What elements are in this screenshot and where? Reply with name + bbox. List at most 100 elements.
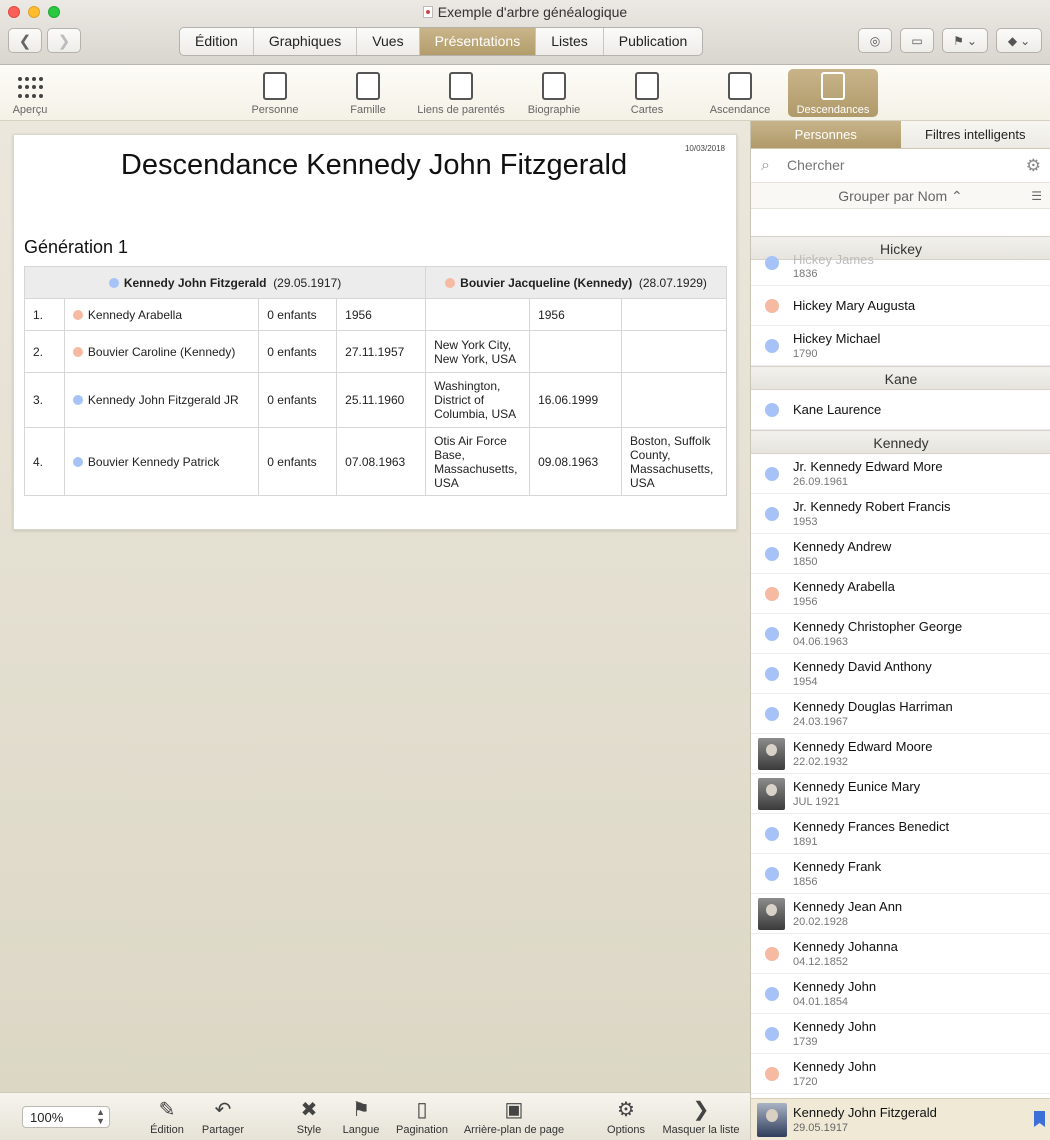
person-name: Hickey Mary Augusta <box>793 298 916 313</box>
avatar <box>758 738 785 770</box>
report-page: 10/03/2018 Descendance Kennedy John Fitz… <box>13 134 737 530</box>
mother-cell[interactable]: Bouvier Jacqueline (Kennedy) (28.07.1929… <box>425 266 727 299</box>
person-name: Kennedy Christopher George <box>793 619 963 634</box>
father-cell[interactable]: Kennedy John Fitzgerald (29.05.1917) <box>23 266 427 299</box>
child-name-cell[interactable]: Kennedy Arabella <box>63 298 260 331</box>
child-name-cell[interactable]: Kennedy John Fitzgerald JR <box>63 372 260 428</box>
list-item[interactable]: Kennedy Eunice Mary JUL 1921 <box>751 774 1050 814</box>
list-item[interactable]: Kennedy Frank 1856 <box>751 854 1050 894</box>
tab-graphiques[interactable]: Graphiques <box>254 28 358 55</box>
sort-order-icon[interactable]: ☰ <box>1031 183 1042 209</box>
male-dot <box>108 277 119 288</box>
hide-list-button[interactable]: ❯ Masquer la liste <box>660 1098 742 1136</box>
list-item[interactable]: Kennedy John 04.01.1854 <box>751 974 1050 1014</box>
pagination-button[interactable]: ▯ Pagination <box>394 1098 450 1136</box>
person-date: 24.03.1967 <box>793 716 849 728</box>
person-name: Jr. Kennedy Robert Francis <box>793 499 951 514</box>
window-layout-button[interactable]: ▭ <box>900 28 934 53</box>
person-date: 26.09.1961 <box>793 476 849 488</box>
person-date: 20.02.1928 <box>793 916 849 928</box>
page-background-button[interactable]: ▣ Arrière-plan de page <box>462 1098 566 1136</box>
edition-button[interactable]: ✎ Édition <box>148 1098 186 1136</box>
list-item[interactable]: Kennedy John 1720 <box>751 1054 1050 1094</box>
selected-person[interactable]: Kennedy John Fitzgerald 29.05.1917 <box>751 1098 1050 1140</box>
group-by-select[interactable]: Grouper par Nom ⌃ ☰ <box>751 183 1050 209</box>
tab-persons[interactable]: Personnes <box>751 121 901 148</box>
tab-smart-filters[interactable]: Filtres intelligents <box>900 121 1050 148</box>
list-item[interactable]: Kennedy Johanna 04.12.1852 <box>751 934 1050 974</box>
biographie-report-button[interactable]: Biographie <box>509 69 599 117</box>
bookmark-icon[interactable] <box>1034 1111 1045 1127</box>
list-item[interactable]: Kennedy Edward Moore 22.02.1932 <box>751 734 1050 774</box>
list-item[interactable]: Kennedy Douglas Harriman 24.03.1967 <box>751 694 1050 734</box>
list-item[interactable]: Hickey Michael 1790 <box>751 326 1050 366</box>
male-dot <box>765 867 779 881</box>
child-name-cell[interactable]: Bouvier Kennedy Patrick <box>63 427 260 496</box>
list-item[interactable]: Kennedy Christopher George 04.06.1963 <box>751 614 1050 654</box>
person-name: Kennedy Edward Moore <box>793 739 933 754</box>
child-name-cell[interactable]: Bouvier Caroline (Kennedy) <box>63 330 260 373</box>
descendants-table: Kennedy John Fitzgerald (29.05.1917) Bou… <box>23 266 728 496</box>
person-date: 04.01.1854 <box>793 996 849 1008</box>
gear-icon[interactable]: ⚙ <box>1026 156 1041 176</box>
tab-vues[interactable]: Vues <box>357 28 420 55</box>
list-item[interactable]: Kennedy Andrew 1850 <box>751 534 1050 574</box>
apercu-button[interactable]: Aperçu <box>0 69 75 117</box>
options-button[interactable]: ⚙ Options <box>603 1098 649 1136</box>
back-button[interactable]: ❮ <box>8 28 42 53</box>
tab-publication[interactable]: Publication <box>604 28 702 55</box>
list-item[interactable]: Hickey James 1836 <box>751 252 1050 286</box>
list-item[interactable]: Kennedy Frances Benedict 1891 <box>751 814 1050 854</box>
person-date: 22.02.1932 <box>793 756 849 768</box>
search-input[interactable] <box>787 157 1007 173</box>
list-item[interactable]: Kennedy Arabella 1956 <box>751 574 1050 614</box>
table-row: 4. Bouvier Kennedy Patrick 0 enfants 07.… <box>24 427 728 496</box>
female-dot <box>445 277 456 288</box>
person-date: 1954 <box>793 676 818 688</box>
forward-button[interactable]: ❯ <box>47 28 81 53</box>
descendances-report-button[interactable]: Descendances <box>788 69 878 117</box>
chevron-left-icon: ❮ <box>18 32 32 50</box>
male-dot <box>765 547 779 561</box>
style-button[interactable]: ✖ Style <box>292 1098 326 1136</box>
relationship-tree-icon <box>449 72 473 100</box>
tab-edition[interactable]: Édition <box>180 28 254 55</box>
list-item[interactable]: Kennedy Jean Ann 20.02.1928 <box>751 894 1050 934</box>
gear-icon: ⚙ <box>617 1099 635 1121</box>
tab-listes[interactable]: Listes <box>536 28 604 55</box>
person-date: 1790 <box>793 348 818 360</box>
list-document-icon <box>821 72 845 100</box>
share-button[interactable]: ↶ Partager <box>198 1098 248 1136</box>
page-icon: ▯ <box>416 1099 428 1121</box>
list-item[interactable]: Jr. Kennedy Robert Francis 1953 <box>751 494 1050 534</box>
labels-button[interactable]: ◆ ⌄ <box>996 28 1042 53</box>
table-row: 2. Bouvier Caroline (Kennedy) 0 enfants … <box>24 330 728 373</box>
male-dot <box>765 1027 779 1041</box>
tab-presentations[interactable]: Présentations <box>419 28 537 55</box>
famille-report-button[interactable]: Famille <box>323 69 413 117</box>
sync-button[interactable]: ◎ <box>858 28 892 53</box>
list-item[interactable]: Jr. Kennedy Edward More 26.09.1961 <box>751 454 1050 494</box>
list-item[interactable]: Kennedy John 1739 <box>751 1014 1050 1054</box>
liens-report-button[interactable]: Liens de parentés <box>410 69 512 117</box>
grid-icon <box>17 77 43 99</box>
cartes-report-button[interactable]: Cartes <box>602 69 692 117</box>
male-dot <box>72 395 83 405</box>
table-row: 3. Kennedy John Fitzgerald JR 0 enfants … <box>24 372 728 428</box>
list-item[interactable]: Hickey Mary Augusta <box>751 286 1050 326</box>
personne-report-button[interactable]: Personne <box>230 69 320 117</box>
person-date: 04.06.1963 <box>793 636 849 648</box>
ascendance-report-button[interactable]: Ascendance <box>695 69 785 117</box>
person-name: Kennedy Douglas Harriman <box>793 699 953 714</box>
language-button[interactable]: ⚑ Langue <box>340 1098 382 1136</box>
person-icon <box>263 72 287 100</box>
zoom-select[interactable]: 100% ▲ ▼ <box>22 1106 110 1128</box>
bookmarks-button[interactable]: ⚑ ⌄ <box>942 28 988 53</box>
list-item[interactable]: Kane Laurence <box>751 390 1050 430</box>
chevron-right-icon: ❯ <box>692 1099 710 1121</box>
chevron-right-icon: ❯ <box>57 32 71 50</box>
bookmark-icon: ⚑ <box>953 33 964 48</box>
list-item[interactable]: Kennedy David Anthony 1954 <box>751 654 1050 694</box>
stepper-icon: ▲ ▼ <box>96 1107 105 1126</box>
person-name: Kennedy Jean Ann <box>793 899 903 914</box>
